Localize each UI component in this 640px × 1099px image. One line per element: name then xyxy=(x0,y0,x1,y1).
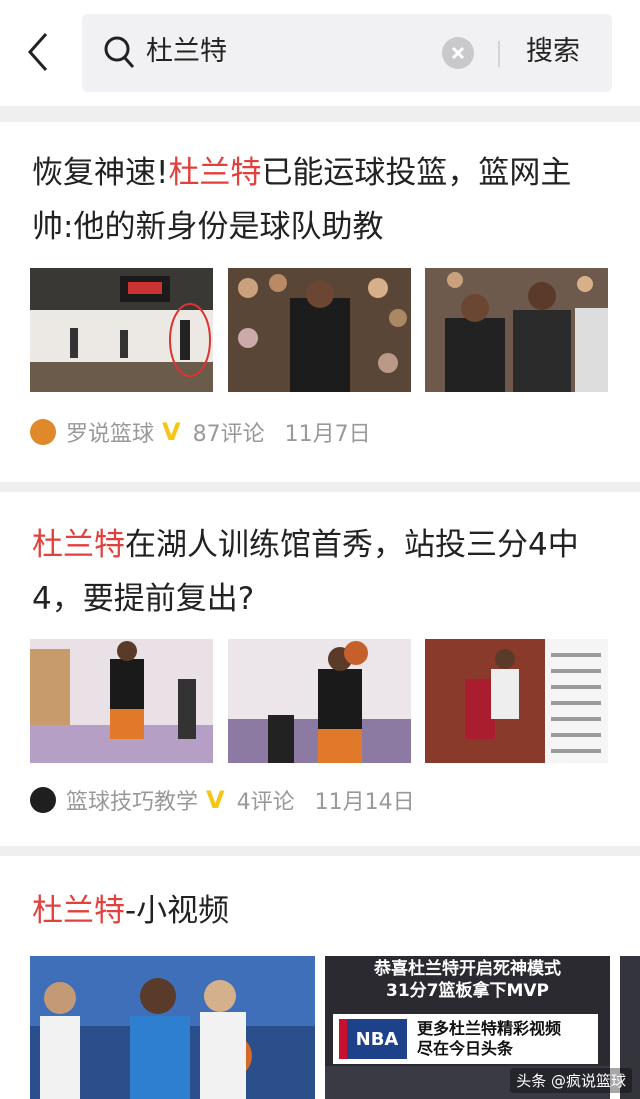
video-section: 杜兰特-小视频 恭喜杜兰特开启死神模式 31分7篮板拿下MVP NBA 更多杜兰… xyxy=(0,856,640,1099)
source-name[interactable]: 罗说篮球 xyxy=(66,416,154,448)
article-card[interactable]: 杜兰特在湖人训练馆首秀，站投三分4中4，要提前复出? 篮球技巧教学 V 4评论 … xyxy=(0,492,640,846)
title-keyword: 杜兰特 xyxy=(32,527,125,563)
divider xyxy=(498,41,500,67)
article-meta: 篮球技巧教学 V 4评论 11月14日 xyxy=(30,784,415,816)
article-title[interactable]: 恢复神速!杜兰特已能运球投篮，篮网主帅:他的新身份是球队助教 xyxy=(32,146,612,254)
search-input[interactable]: 杜兰特 xyxy=(146,34,227,70)
promo-line: 更多杜兰特精彩视频 xyxy=(417,1019,562,1038)
video-thumbnail[interactable] xyxy=(30,956,315,1099)
heading-keyword: 杜兰特 xyxy=(32,893,125,929)
article-meta: 罗说篮球 V 87评论 11月7日 xyxy=(30,416,371,448)
article-thumbnail[interactable] xyxy=(228,639,411,763)
avatar xyxy=(30,419,56,445)
article-card[interactable]: 恢复神速!杜兰特已能运球投篮，篮网主帅:他的新身份是球队助教 罗说篮球 V 87… xyxy=(0,122,640,482)
publish-date: 11月7日 xyxy=(284,422,371,447)
promo-text: 更多杜兰特精彩视频 尽在今日头条 xyxy=(417,1019,561,1059)
promo-banner[interactable]: NBA 更多杜兰特精彩视频 尽在今日头条 xyxy=(333,1014,598,1064)
title-keyword: 杜兰特 xyxy=(168,155,262,191)
search-box[interactable]: 杜兰特 搜索 xyxy=(82,14,612,92)
article-thumbnail[interactable] xyxy=(30,268,213,392)
article-thumbnail[interactable] xyxy=(228,268,411,392)
promo-line: 尽在今日头条 xyxy=(417,1039,514,1058)
heading-text: -小视频 xyxy=(125,893,230,929)
source-name[interactable]: 篮球技巧教学 xyxy=(66,784,198,816)
back-button[interactable] xyxy=(20,30,60,74)
clear-icon[interactable] xyxy=(442,37,474,69)
section-heading[interactable]: 杜兰特-小视频 xyxy=(32,884,612,938)
comment-count: 4评论 xyxy=(236,790,295,815)
article-title[interactable]: 杜兰特在湖人训练馆首秀，站投三分4中4，要提前复出? xyxy=(32,518,612,626)
watermark: 头条 @疯说篮球 xyxy=(510,1068,632,1093)
search-button[interactable]: 搜索 xyxy=(526,33,580,71)
video-caption-line: 31分7篮板拿下MVP xyxy=(385,981,550,1001)
publish-date: 11月14日 xyxy=(314,790,415,815)
verified-v-icon: V xyxy=(162,418,181,446)
comment-count: 87评论 xyxy=(192,422,265,447)
top-bar: 杜兰特 搜索 xyxy=(0,0,640,106)
verified-v-icon: V xyxy=(206,786,225,814)
nba-logo: NBA xyxy=(339,1019,407,1059)
back-arrow-icon xyxy=(27,33,48,71)
avatar xyxy=(30,787,56,813)
article-thumbnail[interactable] xyxy=(425,639,608,763)
video-caption-line: 恭喜杜兰特开启死神模式 xyxy=(374,959,561,979)
article-thumbnail[interactable] xyxy=(425,268,608,392)
title-prefix: 恢复神速! xyxy=(32,155,169,191)
search-icon xyxy=(104,36,135,68)
article-thumbnail[interactable] xyxy=(30,639,213,763)
